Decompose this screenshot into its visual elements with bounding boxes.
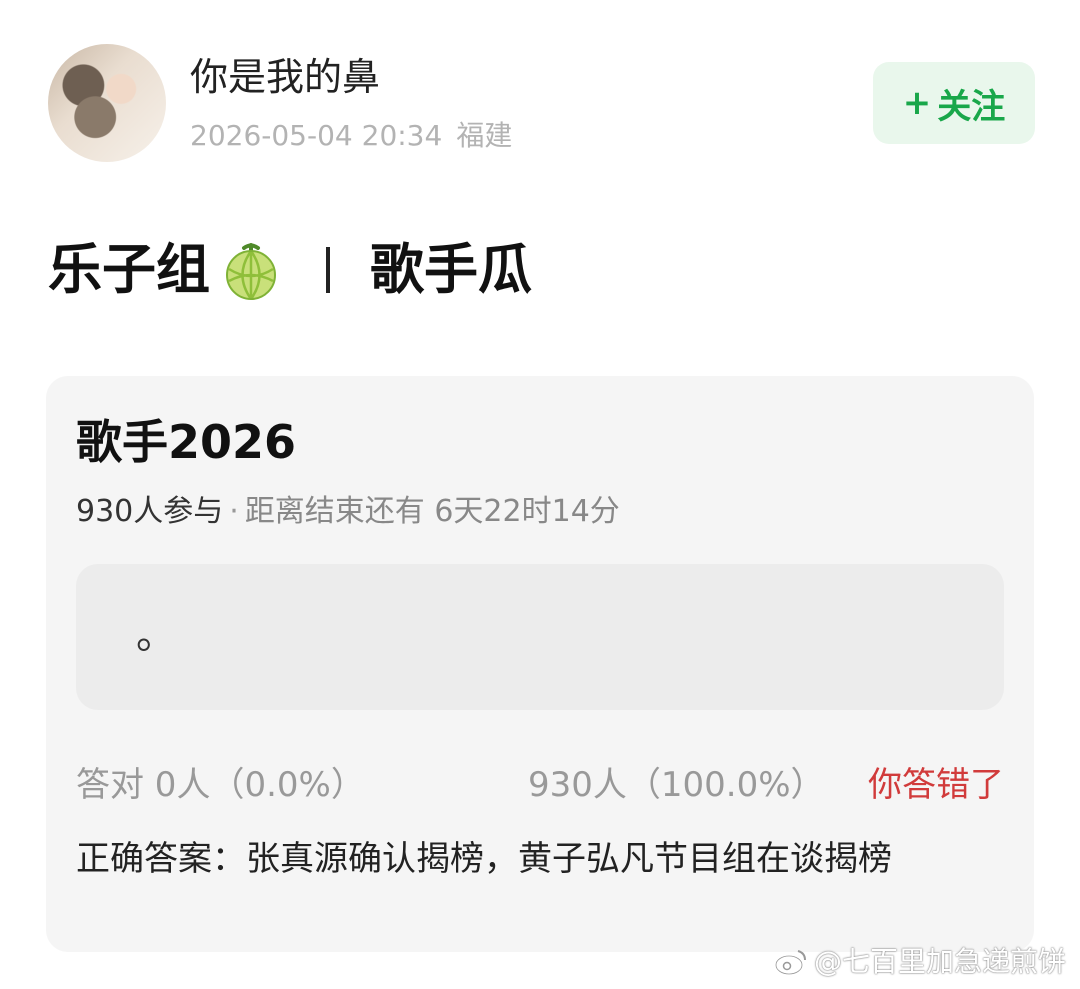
post-meta: 2026-05-04 20:34 福建 [190, 116, 512, 156]
quiz-option-text: 。 [136, 612, 176, 658]
quiz-countdown: 距离结束还有 6天22时14分 [244, 494, 620, 529]
weibo-icon [774, 947, 808, 977]
post-title-left: 乐子组 [48, 238, 210, 301]
correct-stat: 答对 0人（0.0%） [76, 765, 365, 805]
post-title-right: 歌手瓜 [370, 238, 532, 301]
post-timestamp: 2026-05-04 20:34 [190, 119, 443, 152]
quiz-subtitle: 930人参与 · 距离结束还有 6天22时14分 [76, 492, 620, 532]
watermark: @七百里加急递煎饼 [774, 942, 1066, 982]
quiz-separator: · [229, 494, 239, 529]
avatar[interactable] [48, 44, 166, 162]
correct-answer: 正确答案：张真源确认揭榜，黄子弘凡节目组在谈揭榜 [76, 839, 892, 879]
quiz-verdict: 你答错了 [868, 765, 1004, 805]
wrong-stat: 930人（100.0%） [528, 765, 825, 805]
watermark-text: @七百里加急递煎饼 [813, 945, 1066, 978]
quiz-participants: 930人参与 [76, 494, 224, 529]
username[interactable]: 你是我的鼻 [190, 52, 380, 102]
title-divider [326, 247, 330, 293]
quiz-title: 歌手2026 [76, 415, 297, 469]
follow-button[interactable]: + 关注 [873, 62, 1035, 144]
post-title: 乐子组 歌手瓜 [48, 232, 532, 308]
quiz-card: 歌手2026 930人参与 · 距离结束还有 6天22时14分 。 答对 0人（0.… [46, 376, 1034, 952]
follow-label: 关注 [937, 86, 1006, 127]
quiz-option[interactable]: 。 [76, 564, 1004, 710]
quiz-stats: 答对 0人（0.0%） 930人（100.0%） 你答错了 [76, 760, 1006, 810]
plus-icon: + [902, 83, 932, 123]
melon-icon [220, 239, 282, 301]
post-location: 福建 [456, 119, 513, 152]
